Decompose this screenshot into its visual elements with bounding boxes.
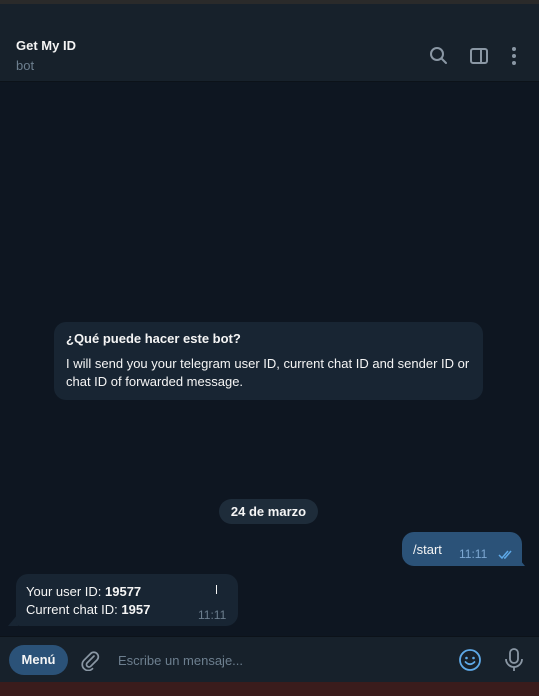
message-composer: Menú (0, 636, 539, 682)
text-cursor (216, 585, 217, 594)
emoji-icon[interactable] (458, 648, 482, 677)
chat-title[interactable]: Get My ID (16, 38, 76, 53)
bot-intro-question: ¿Qué puede hacer este bot? (66, 331, 241, 346)
user-id-line: Your user ID: 19577 (26, 584, 141, 599)
double-check-icon (498, 547, 516, 565)
outgoing-message[interactable]: /start 11:11 (402, 532, 522, 566)
chat-id-value: 1957 (121, 602, 151, 617)
message-time: 11:11 (459, 547, 488, 561)
menu-button[interactable]: Menú (9, 645, 68, 675)
message-text[interactable]: /start (413, 542, 442, 557)
microphone-icon[interactable] (504, 647, 524, 678)
bot-intro-description: I will send you your telegram user ID, c… (66, 356, 470, 389)
chat-id-label: Current chat ID: (26, 602, 122, 617)
message-input[interactable] (112, 645, 454, 675)
window-top-strip (0, 0, 539, 28)
more-vertical-icon[interactable] (503, 45, 525, 67)
chat-header: Get My ID bot (0, 28, 539, 82)
search-icon[interactable] (428, 45, 450, 67)
message-time: 11:11 (198, 608, 227, 622)
bot-intro-card: ¿Qué puede hacer este bot? I will send y… (54, 322, 483, 400)
incoming-message[interactable]: Your user ID: 19577 Current chat ID: 195… (16, 574, 238, 626)
paperclip-icon[interactable] (79, 649, 101, 676)
window-bottom-strip (0, 682, 539, 696)
chat-id-line: Current chat ID: 1957 (26, 602, 150, 617)
user-id-value: 19577 (105, 584, 142, 599)
user-id-label: Your user ID: (26, 584, 106, 599)
chat-subtitle: bot (16, 58, 35, 73)
chat-area[interactable]: ¿Qué puede hacer este bot? I will send y… (0, 82, 539, 636)
date-separator: 24 de marzo (219, 499, 318, 524)
sidebar-toggle-icon[interactable] (468, 45, 490, 67)
